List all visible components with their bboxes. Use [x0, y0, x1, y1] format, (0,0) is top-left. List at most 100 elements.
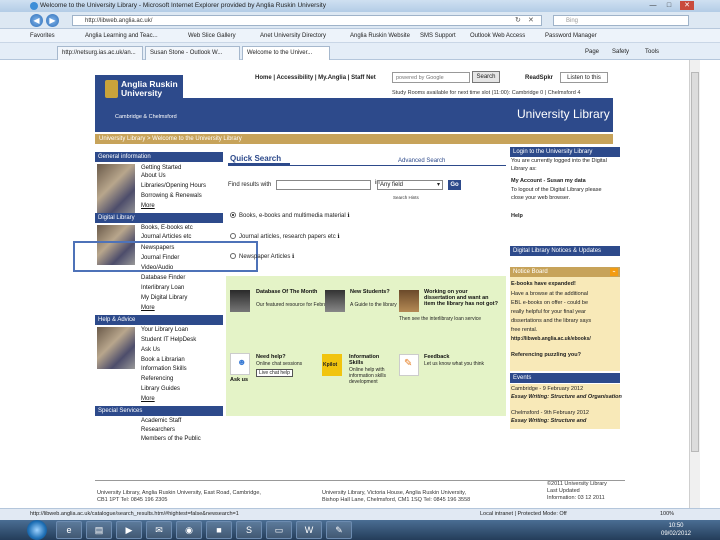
nav-link[interactable]: Information Skills — [141, 366, 187, 373]
favorite-link[interactable]: Outlook Web Access — [470, 29, 525, 43]
nav-myanglia[interactable]: My.Anglia — [318, 75, 346, 81]
database-thumbnail[interactable] — [230, 290, 250, 312]
nav-link[interactable]: Book a Librarian — [141, 357, 185, 364]
info-skills-thumbnail[interactable]: Kpilot — [322, 354, 342, 376]
notice-link[interactable]: http://libweb.anglia.ac.uk/ebooks/ — [511, 336, 591, 343]
browser-tab[interactable]: Susan Stone - Outlook W... — [145, 46, 240, 60]
scrollbar-thumb[interactable] — [691, 72, 699, 452]
listen-button[interactable]: Listen to this — [560, 72, 608, 83]
nav-home[interactable]: Home — [255, 75, 272, 81]
nav-link-more[interactable]: More — [141, 396, 155, 403]
word-taskbar-icon[interactable]: W — [296, 521, 322, 539]
radio-journals[interactable]: Journal articles, research papers etc ℹ — [230, 233, 340, 240]
nav-link[interactable]: Database Finder — [141, 275, 185, 282]
ie-taskbar-icon[interactable]: e — [56, 521, 82, 539]
refresh-icon[interactable]: ↻ — [515, 16, 521, 25]
nav-staffnet[interactable]: Staff Net — [351, 75, 376, 81]
firefox-taskbar-icon[interactable]: ◉ — [176, 521, 202, 539]
site-search-input[interactable]: powered by Google — [392, 72, 470, 83]
field-select[interactable]: Any field ▾ — [377, 180, 443, 190]
info-icon[interactable]: ℹ — [337, 234, 339, 240]
site-search-button[interactable]: Search — [472, 71, 500, 83]
favorite-link[interactable]: Anglia Learning and Teac... — [85, 29, 158, 43]
find-input[interactable] — [276, 180, 371, 190]
favorites-button[interactable]: Favorites — [30, 29, 55, 43]
live-chat-button[interactable]: Live chat help — [256, 369, 293, 377]
info-icon[interactable]: ℹ — [292, 254, 294, 260]
nav-accessibility[interactable]: Accessibility — [276, 75, 313, 81]
browser-tab-active[interactable]: Welcome to the Univer... — [242, 46, 330, 60]
promo-title[interactable]: Working on your dissertation and want an… — [424, 289, 500, 307]
radio-books[interactable]: Books, e-books and multimedia material ℹ — [230, 212, 350, 219]
info-icon[interactable]: ℹ — [347, 213, 349, 219]
browser-search-input[interactable]: Bing — [553, 15, 689, 26]
tab-quick-search[interactable]: Quick Search — [228, 153, 290, 165]
promo-title[interactable]: Database Of The Month — [256, 289, 317, 295]
zoom-level[interactable]: 100% — [660, 509, 674, 520]
university-name[interactable]: Anglia Ruskin University — [121, 80, 178, 98]
promo-title[interactable]: New Students? — [350, 289, 390, 295]
nav-link[interactable]: Books, E-books etc — [141, 225, 193, 232]
login-line[interactable]: My Account - Susan my data — [511, 178, 586, 185]
tab-advanced-search[interactable]: Advanced Search — [398, 158, 445, 164]
outlook-taskbar-icon[interactable]: ✉ — [146, 521, 172, 539]
favorite-link[interactable]: Anet University Directory — [260, 29, 326, 43]
event-title[interactable]: Essay Writing: Structure and Organisatio… — [511, 394, 622, 401]
window-taskbar-icon[interactable]: ▭ — [266, 521, 292, 539]
nav-link[interactable]: Borrowing & Renewals — [141, 193, 202, 200]
promo-title[interactable]: Need help? — [256, 354, 286, 360]
nav-link[interactable]: Getting Started — [141, 165, 181, 172]
favorite-link[interactable]: Anglia Ruskin Website — [350, 29, 410, 43]
nav-link[interactable]: Ask Us — [141, 347, 160, 354]
safety-menu[interactable]: Safety — [612, 46, 629, 58]
go-button[interactable]: Go — [448, 180, 461, 190]
nav-link[interactable]: Your Library Loan — [141, 327, 188, 334]
nav-link-more[interactable]: More — [141, 203, 155, 210]
notice-line[interactable]: E-books have expanded! — [511, 281, 576, 288]
event-title[interactable]: Essay Writing: Structure and — [511, 418, 586, 425]
favorite-link[interactable]: SMS Support — [420, 29, 456, 43]
forward-button[interactable]: ▶ — [46, 14, 59, 27]
favorite-link[interactable]: Web Slice Gallery — [188, 29, 236, 43]
nav-link[interactable]: Library Guides — [141, 386, 180, 393]
skype-taskbar-icon[interactable]: S — [236, 521, 262, 539]
vertical-scrollbar[interactable] — [689, 60, 700, 508]
tools-menu[interactable]: Tools — [645, 46, 659, 58]
help-link[interactable]: Help — [511, 213, 523, 220]
bookshelf-thumbnail[interactable] — [399, 290, 419, 312]
minimize-button[interactable]: — — [646, 1, 660, 10]
close-window-button[interactable]: ✕ — [680, 1, 694, 10]
favorite-link[interactable]: Password Manager — [545, 29, 597, 43]
nav-link[interactable]: Interlibrary Loan — [141, 285, 184, 292]
system-clock[interactable]: 10:50 09/02/2012 — [652, 520, 700, 540]
nav-link[interactable]: Student IT HelpDesk — [141, 337, 196, 344]
app-taskbar-icon[interactable]: ■ — [206, 521, 232, 539]
rss-icon[interactable]: ⌁ — [610, 268, 618, 276]
nav-link[interactable]: Academic Staff — [141, 418, 181, 425]
nav-link[interactable]: Libraries/Opening Hours — [141, 183, 206, 190]
nav-link[interactable]: Members of the Public — [141, 436, 201, 443]
address-input[interactable]: http://libweb.anglia.ac.uk/ — [72, 15, 542, 26]
nav-link[interactable]: Referencing — [141, 376, 173, 383]
media-taskbar-icon[interactable]: ▶ — [116, 521, 142, 539]
browser-tab[interactable]: http://netsurg.ias.ac.uk/an... — [57, 46, 143, 60]
feedback-thumbnail[interactable]: ✎ — [399, 354, 419, 376]
promo-title[interactable]: Information Skills — [349, 354, 389, 366]
paint-taskbar-icon[interactable]: ✎ — [326, 521, 352, 539]
new-students-thumbnail[interactable] — [325, 290, 345, 312]
nav-link[interactable]: About Us — [141, 173, 166, 180]
nav-link-more[interactable]: More — [141, 305, 155, 312]
ask-us-thumbnail[interactable]: ☻ — [230, 353, 250, 375]
start-button[interactable] — [27, 520, 47, 540]
page-menu[interactable]: Page — [585, 46, 599, 58]
explorer-taskbar-icon[interactable]: ▤ — [86, 521, 112, 539]
nav-link[interactable]: Researchers — [141, 427, 175, 434]
nav-link[interactable]: Journal Articles etc — [141, 234, 191, 241]
stop-icon[interactable]: ✕ — [528, 16, 534, 25]
promo-title[interactable]: Feedback — [424, 354, 449, 360]
radio-newspapers[interactable]: Newspaper Articles ℹ — [230, 253, 294, 260]
search-hints-link[interactable]: Search Hints — [393, 195, 419, 200]
maximize-button[interactable]: □ — [662, 1, 676, 10]
back-button[interactable]: ◀ — [30, 14, 43, 27]
notice-line[interactable]: Referencing puzzling you? — [511, 352, 581, 359]
